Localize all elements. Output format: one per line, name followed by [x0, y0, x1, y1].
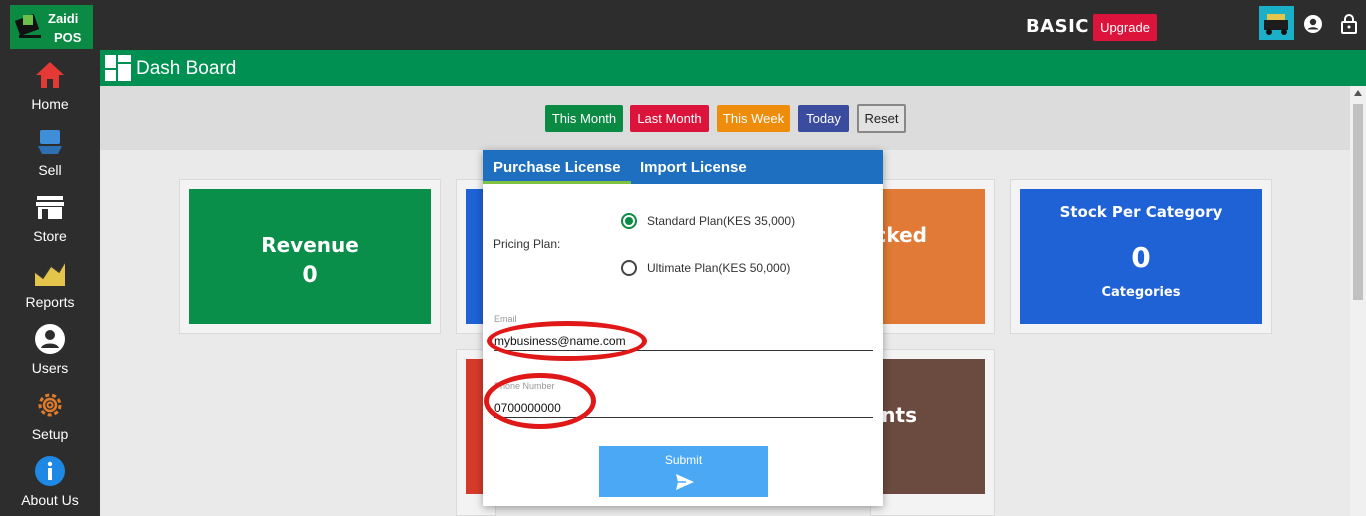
sidebar-item-label: Setup [31, 426, 69, 442]
app-logo[interactable]: Zaidi POS [10, 5, 93, 49]
email-label: Email [494, 314, 517, 324]
top-bar: Zaidi POS BASIC Upgrade [0, 0, 1366, 50]
plan-badge: BASIC [1026, 16, 1090, 37]
avatar[interactable] [1259, 6, 1294, 40]
active-tab-indicator [483, 181, 631, 184]
tab-purchase-license[interactable]: Purchase License [493, 159, 621, 176]
stock-per-category-sub: Categories [1101, 285, 1181, 300]
tab-import-license[interactable]: Import License [640, 159, 747, 176]
store-icon [36, 196, 64, 219]
page-title: Dash Board [136, 58, 237, 79]
stock-per-category-title: Stock Per Category [1059, 203, 1223, 221]
sidebar-item-label: About Us [21, 492, 79, 508]
stocked-card-title: cked [874, 223, 928, 247]
page-header: Dash Board [100, 50, 1366, 86]
logo-text-line1: Zaidi [48, 11, 79, 26]
user-icon [35, 324, 65, 354]
sidebar-item-home[interactable]: Home [0, 50, 100, 116]
sidebar: Home Sell Store Reports Users Setup Abou… [0, 50, 100, 516]
filter-this-week-button[interactable]: This Week [717, 105, 790, 132]
dashboard-icon [105, 55, 131, 81]
license-tabs: Purchase License Import License [483, 150, 883, 184]
info-icon [35, 456, 65, 486]
home-icon [36, 62, 64, 88]
phone-annotation-circle [484, 373, 596, 429]
sidebar-item-sell[interactable]: Sell [0, 116, 100, 182]
pricing-plan-label: Pricing Plan: [493, 237, 561, 251]
revenue-card-title: Revenue [261, 233, 359, 257]
filter-today-button[interactable]: Today [798, 105, 849, 132]
filter-last-month-button[interactable]: Last Month [630, 105, 709, 132]
sidebar-item-label: Reports [25, 294, 75, 310]
account-icon[interactable] [1301, 12, 1325, 36]
revenue-card-value: 0 [302, 263, 318, 288]
lock-icon[interactable] [1337, 12, 1361, 36]
sidebar-item-reports[interactable]: Reports [0, 248, 100, 314]
scroll-up-icon[interactable] [1354, 90, 1362, 96]
scrollbar-thumb[interactable] [1353, 104, 1363, 300]
stocked-card[interactable]: cked [870, 189, 985, 324]
submit-label: Submit [664, 453, 703, 467]
standard-plan-radio[interactable] [621, 213, 637, 229]
ultimate-plan-label[interactable]: Ultimate Plan(KES 50,000) [647, 261, 790, 275]
ultimate-plan-radio[interactable] [621, 260, 637, 276]
standard-plan-label[interactable]: Standard Plan(KES 35,000) [647, 214, 795, 228]
sidebar-item-label: Sell [38, 162, 62, 178]
sidebar-item-about[interactable]: About Us [0, 446, 100, 512]
vertical-scrollbar[interactable] [1350, 86, 1366, 516]
shop-avatar-icon [1264, 14, 1288, 35]
sidebar-item-label: Home [31, 96, 69, 112]
sidebar-item-label: Store [33, 228, 67, 244]
submit-button[interactable]: Submit [599, 446, 768, 497]
revenue-card[interactable]: Revenue 0 [189, 189, 431, 324]
chart-icon [34, 261, 66, 286]
accounts-card-title: nts [881, 403, 917, 427]
gear-icon [38, 393, 62, 417]
sidebar-item-users[interactable]: Users [0, 314, 100, 380]
sell-icon [38, 130, 62, 154]
stock-per-category-card[interactable]: Stock Per Category 0 Categories [1020, 189, 1262, 324]
filter-bar: This Month Last Month This Week Today Re… [100, 86, 1350, 150]
sidebar-item-store[interactable]: Store [0, 182, 100, 248]
send-icon [676, 474, 694, 490]
logo-mark-icon [15, 14, 41, 38]
accounts-card[interactable]: nts [870, 359, 985, 494]
filter-this-month-button[interactable]: This Month [545, 105, 623, 132]
upgrade-button[interactable]: Upgrade [1093, 14, 1157, 41]
email-annotation-circle [487, 321, 647, 361]
sidebar-item-setup[interactable]: Setup [0, 380, 100, 446]
sidebar-item-label: Users [31, 360, 69, 376]
stock-per-category-value: 0 [1131, 241, 1151, 274]
reset-button[interactable]: Reset [857, 104, 906, 133]
logo-text-line2: POS [54, 30, 82, 45]
